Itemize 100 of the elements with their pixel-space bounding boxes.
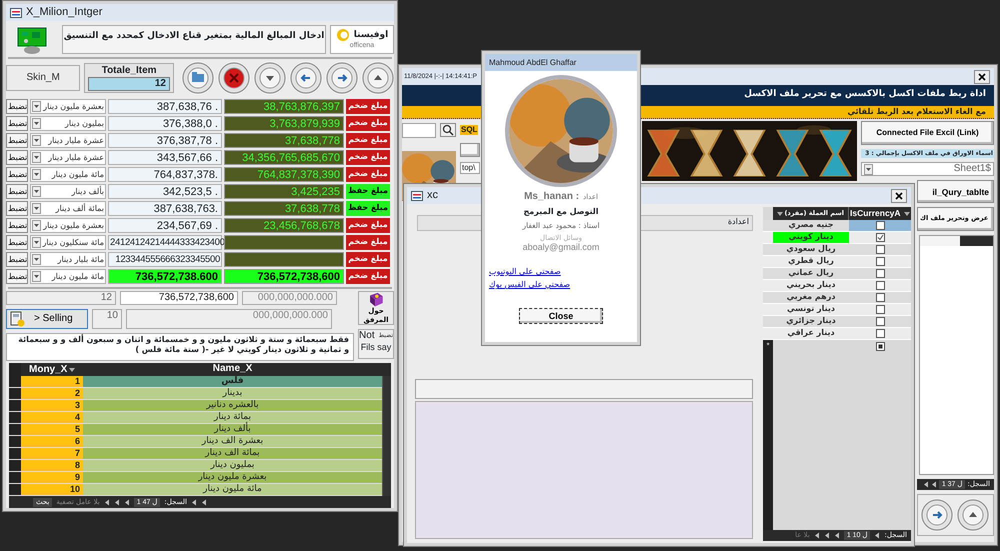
form-icon [10,8,22,18]
amount-field[interactable]: 376,387,78 . [108,133,222,148]
amount-field[interactable]: 387,638,76 . [108,99,222,114]
caret-icon[interactable] [32,271,41,282]
amount-field[interactable]: 387,638,763. [108,201,222,216]
caret-icon[interactable] [32,203,41,214]
checkbox[interactable] [876,257,884,266]
apply-button[interactable]: تضبط [6,99,28,114]
profile-link[interactable]: صفحتي على اليوتيوب [489,266,561,276]
count-field[interactable]: 10 [92,309,122,329]
checkbox[interactable] [876,233,884,242]
amount-field[interactable]: 736,572,738.600 [108,269,222,284]
unit-dropdown[interactable]: مائة مليون دينار [30,269,106,284]
unit-dropdown[interactable]: مائة سنكليون دينار [30,235,106,250]
apply-button[interactable]: تضبط [6,252,28,267]
table-row[interactable]: دينار جزائري [763,316,911,328]
up-button[interactable] [362,62,394,94]
unit-dropdown[interactable]: بعشرة مليون دينار [30,218,106,233]
unit-dropdown[interactable]: بعشرة مليون دينار [30,99,106,114]
caret-icon[interactable] [32,254,41,265]
apply-button[interactable]: تضبط [6,150,28,165]
profile-link[interactable]: صفحتي على الفيس بوك [489,280,570,290]
total-label: Totale_Item [102,65,157,77]
text-field[interactable] [415,379,753,399]
checkbox[interactable] [876,245,884,254]
unit-dropdown[interactable]: عشرة مليار دينار [30,133,106,148]
connect-button[interactable]: Connected File Excil (Link) [861,121,994,145]
amount-field[interactable]: 343,567,66 . [108,150,222,165]
search-field[interactable] [402,122,436,138]
caret-icon[interactable] [32,186,41,197]
amount-field[interactable]: 24124124214444333423400 [108,235,222,250]
table-row[interactable]: دينار بحريني [763,280,911,292]
unit-dropdown[interactable]: مائة مليون دينار [30,167,106,182]
apply-button[interactable]: تضبط [6,201,28,216]
caret-icon[interactable] [32,237,41,248]
next-button[interactable] [921,499,953,531]
unit-dropdown[interactable]: بألف دينار [30,184,106,199]
caret-icon[interactable] [32,101,41,112]
caret-icon[interactable] [864,164,873,175]
unit-dropdown[interactable]: بمائة ألف دينار [30,201,106,216]
close-button[interactable] [974,70,990,84]
total-field[interactable]: 736,572,738,600 [120,291,238,305]
apply-button[interactable]: تضبط [6,184,28,199]
table-row[interactable]: ريال عماني [763,268,911,280]
apply-button[interactable]: تضبط [6,133,28,148]
checkbox[interactable] [876,342,884,350]
table-row[interactable]: جنيه مصري [763,220,911,232]
table-row[interactable]: دينار تونسي [763,304,911,316]
up-button[interactable] [957,499,989,531]
checkbox[interactable] [876,221,884,230]
count-field[interactable]: 12 [6,291,116,305]
table-row[interactable]: ريال قطري [763,256,911,268]
cancel-button[interactable] [218,62,250,94]
status-label: مبلغ ضخم [346,269,390,284]
amount-field[interactable]: 234,567,69 . [108,218,222,233]
caret-icon[interactable] [32,135,41,146]
previous-button[interactable] [290,62,322,94]
side-button[interactable] [460,143,480,157]
apply-button[interactable]: تضبط [6,235,28,250]
column-header[interactable]: Mony_X [21,363,83,376]
close-icon [978,72,986,80]
checkbox[interactable] [876,317,884,326]
caret-icon[interactable] [32,220,41,231]
column-header[interactable]: Name_X [83,363,382,376]
checkbox[interactable] [876,329,884,338]
table-row[interactable]: ريال سعودي [763,244,911,256]
query-field[interactable]: top\ [460,162,480,174]
apply-button[interactable]: تضبط [6,218,28,233]
unit-dropdown[interactable]: بمليون دينار [30,116,106,131]
selling-button[interactable]: > Selling [6,309,88,329]
column-header[interactable]: IsCurrencyA [849,207,911,220]
apply-button[interactable]: تضبط [6,269,28,284]
amount-field[interactable]: 764,837,378. [108,167,222,182]
checkbox[interactable] [876,281,884,290]
search-icon[interactable] [440,123,456,137]
caret-icon[interactable] [32,169,41,180]
total-field[interactable]: 12 [88,77,170,91]
table-row[interactable]: درهم مغربي [763,292,911,304]
scrollbar[interactable] [382,376,391,496]
query-button[interactable]: il_Qury_tablte [917,180,994,204]
amount-field[interactable]: 376,388,0 . [108,116,222,131]
apply-button[interactable]: تضبط [6,167,28,182]
amount-field[interactable]: 342,523,5 . [108,184,222,199]
apply-button[interactable]: تضبط [6,116,28,131]
table-row[interactable]: دينار عراقي [763,328,911,340]
amount-field[interactable]: 123344555666323345500 [108,252,222,267]
status-label: مبلغ ضخم [346,116,390,131]
caret-icon[interactable] [32,152,41,163]
caret-icon[interactable] [32,118,41,129]
checkbox[interactable] [876,293,884,302]
checkbox[interactable] [876,305,884,314]
unit-dropdown[interactable]: عشرة مليار دينار [30,150,106,165]
unit-dropdown[interactable]: مائة بليار دينار [30,252,106,267]
next-button[interactable] [326,62,358,94]
sheet-dropdown[interactable]: Sheet1$ [861,162,994,176]
nav-arrow-icon[interactable] [874,532,880,539]
close-button[interactable]: Close [519,308,603,324]
checkbox[interactable] [876,269,884,278]
table-row[interactable]: دينار كويتي [763,232,911,244]
close-button[interactable] [891,188,907,202]
